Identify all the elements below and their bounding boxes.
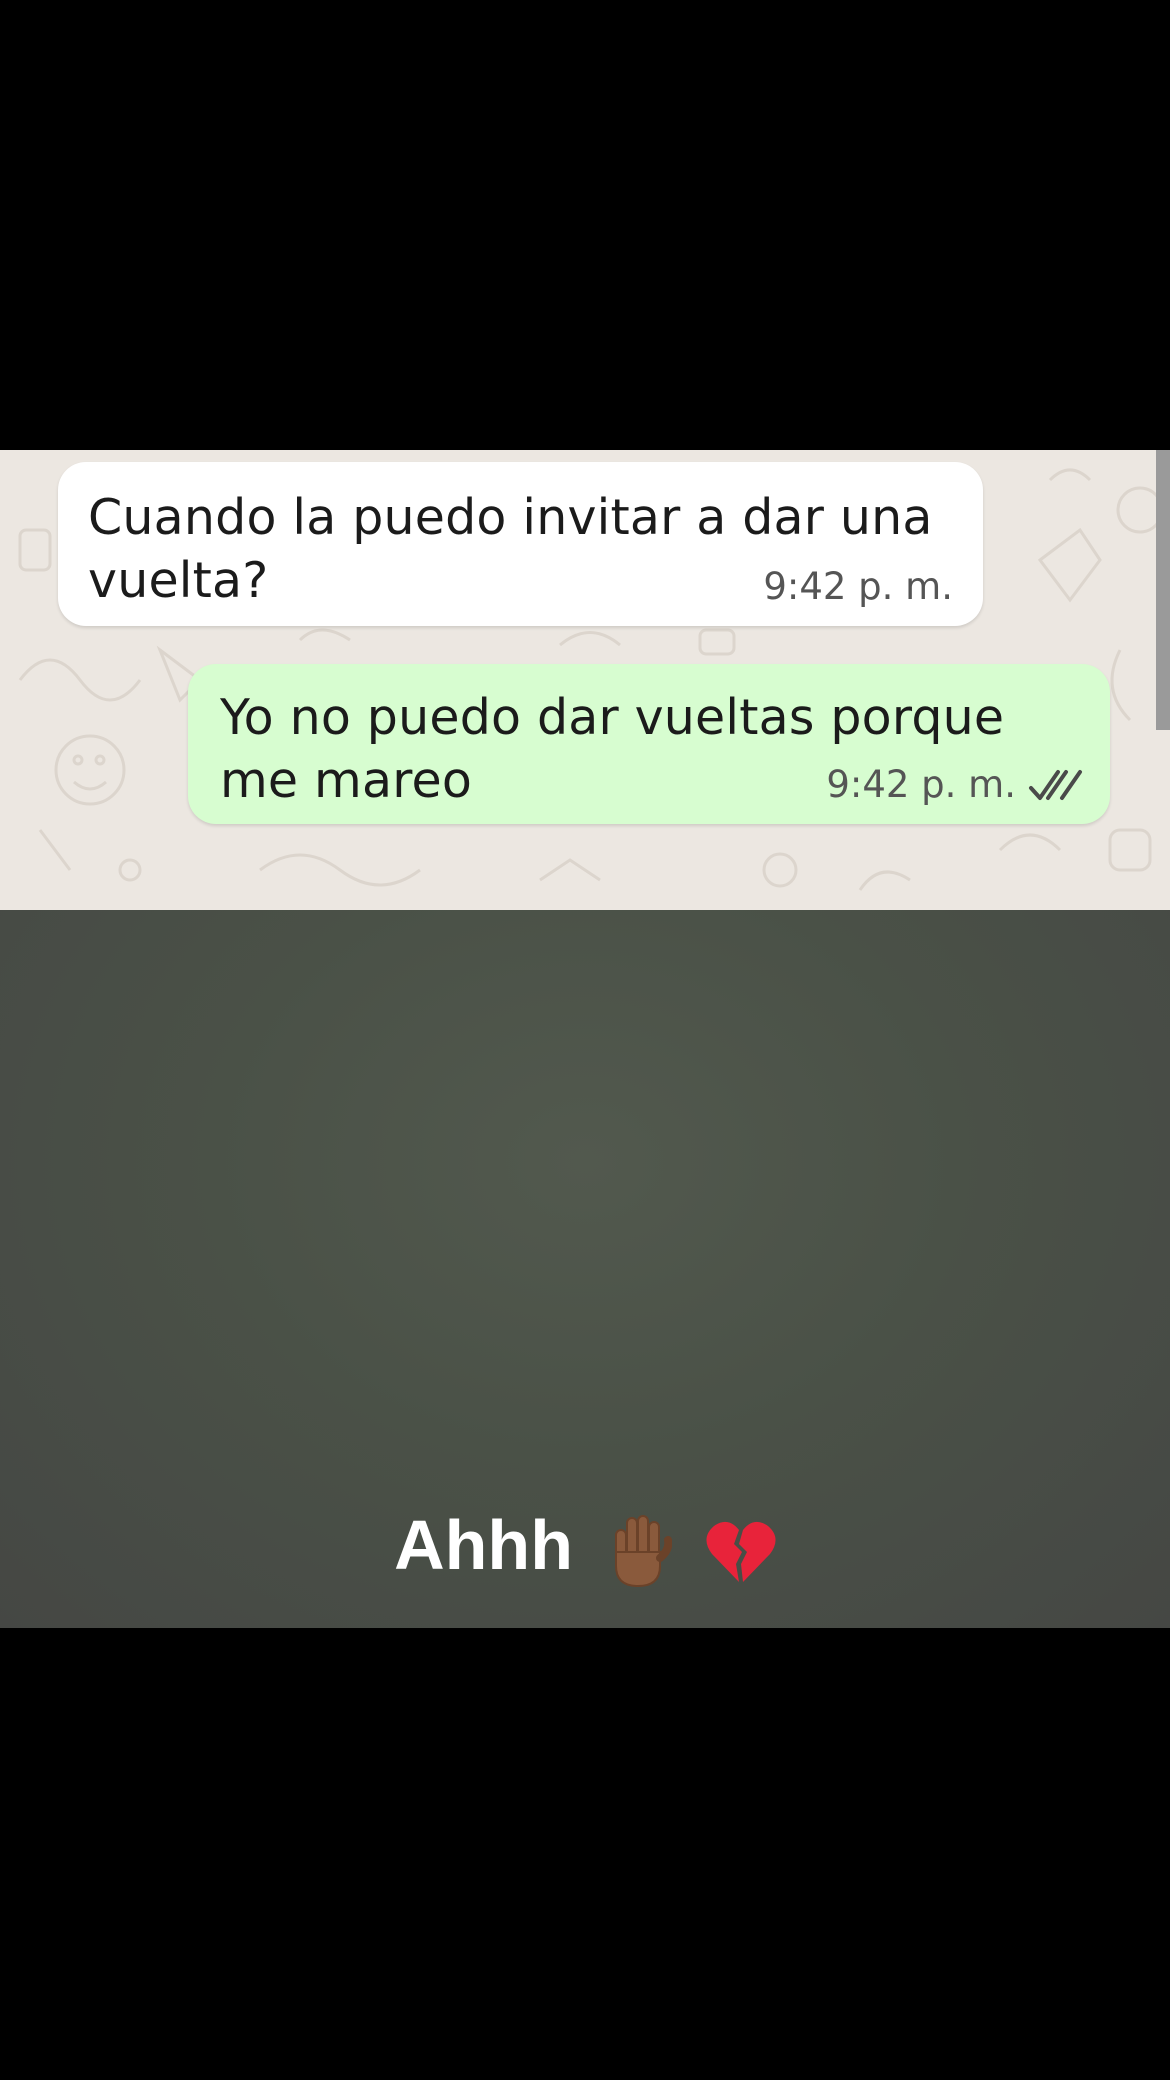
- top-black-frame: [0, 0, 1170, 450]
- incoming-message-bubble[interactable]: Cuando la puedo invitar a dar una vuelta…: [58, 462, 983, 626]
- outgoing-message-time: 9:42 p. m.: [826, 763, 1016, 806]
- caption-text: Ahhh: [394, 1506, 573, 1584]
- raised-hand-icon: [615, 1514, 673, 1587]
- chat-screenshot: Cuando la puedo invitar a dar una vuelta…: [0, 450, 1170, 910]
- double-check-read-icon: [1029, 770, 1082, 800]
- scrollbar[interactable]: [1156, 450, 1170, 730]
- broken-heart-icon: [706, 1521, 776, 1582]
- story-caption: Ahhh: [0, 1502, 1170, 1590]
- incoming-message-time: 9:42 p. m.: [763, 565, 953, 608]
- bottom-black-frame: [0, 1628, 1170, 2080]
- outgoing-message-bubble[interactable]: Yo no puedo dar vueltas porque me mareo …: [188, 664, 1110, 824]
